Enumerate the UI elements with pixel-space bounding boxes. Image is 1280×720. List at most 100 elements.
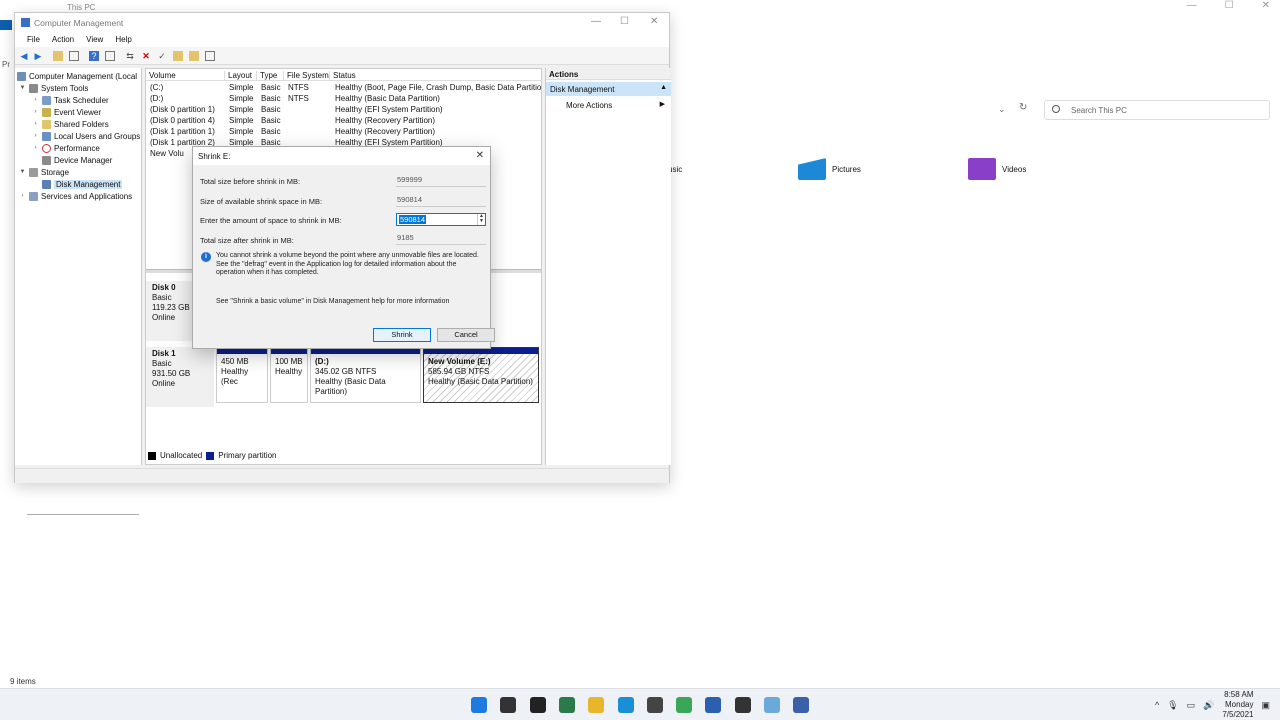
delete-icon[interactable]: ✕ — [141, 51, 151, 61]
tree-item-event-viewer[interactable]: › Event Viewer — [32, 106, 101, 118]
partition-e-selected[interactable]: New Volume (E:) 585.94 GB NTFS Healthy (Ba… — [423, 347, 539, 403]
chevron-right-icon[interactable]: › — [32, 133, 39, 139]
disk-state: Online — [152, 379, 176, 388]
close-button[interactable]: ✕ — [650, 16, 658, 27]
collapse-icon[interactable]: ▲ — [660, 84, 667, 91]
torrent-icon[interactable] — [676, 697, 693, 713]
maximize-button[interactable]: ☐ — [620, 16, 629, 27]
microphone-icon[interactable]: 🎙 — [1167, 700, 1178, 711]
search-box[interactable]: Search This PC — [1044, 100, 1270, 120]
spinner-icon[interactable]: ▲ ▼ — [477, 214, 485, 225]
partition-d[interactable]: (D:) 345.02 GB NTFS Healthy (Basic Data Pa… — [310, 347, 421, 403]
chevron-right-icon[interactable]: › — [32, 97, 39, 103]
obs-icon[interactable] — [734, 697, 751, 713]
file-explorer-icon[interactable] — [588, 697, 605, 713]
search-folder-icon[interactable] — [189, 51, 199, 61]
folder-label: Videos — [1002, 164, 1027, 174]
close-button[interactable]: ✕ — [1262, 0, 1270, 11]
folder-pictures[interactable]: Pictures — [798, 156, 861, 182]
disk-1-label[interactable]: Disk 1 Basic 931.50 GB Online — [146, 347, 214, 407]
cancel-button[interactable]: Cancel — [437, 328, 495, 342]
tree-item-shared-folders[interactable]: › Shared Folders — [32, 118, 109, 130]
horizontal-scrollbar[interactable] — [27, 514, 139, 515]
column-header[interactable]: File System — [284, 71, 330, 81]
refresh-icon[interactable]: ↻ — [1019, 102, 1027, 113]
volume-cell-fs: NTFS — [288, 83, 309, 92]
view-icon[interactable] — [205, 51, 215, 61]
minimize-button[interactable]: — — [1187, 0, 1197, 11]
search-icon[interactable] — [500, 697, 517, 713]
connect-icon[interactable]: ⇆ — [125, 51, 135, 61]
up-folder-icon[interactable] — [53, 51, 63, 61]
disk-management-icon — [42, 179, 51, 189]
show-hide-tree-icon[interactable] — [69, 51, 79, 61]
tools-icon — [29, 83, 38, 93]
volume-row[interactable]: (Disk 0 partition 1) Simple Basic Healthy (… — [146, 104, 541, 115]
edge-icon[interactable] — [617, 697, 634, 713]
shrink-amount-input[interactable]: 590814 ▲ ▼ — [396, 213, 486, 226]
chevron-right-icon[interactable]: › — [32, 109, 39, 115]
help-icon[interactable]: ? — [89, 51, 99, 61]
app-icon[interactable] — [705, 697, 722, 713]
clock-time: 8:58 AM — [1224, 690, 1254, 699]
volume-row[interactable]: (Disk 0 partition 4) Simple Basic Healthy (… — [146, 115, 541, 126]
volume-row[interactable]: (C:) Simple Basic NTFS Healthy (Boot, Page F… — [146, 82, 541, 93]
tree-item-local-users[interactable]: › Local Users and Groups — [32, 130, 140, 142]
photos-icon[interactable] — [764, 697, 780, 713]
forward-icon[interactable]: ▶ — [33, 51, 43, 61]
tree-item-storage[interactable]: ▼ Storage — [19, 166, 69, 178]
column-header[interactable]: Type — [257, 71, 284, 81]
open-folder-icon[interactable] — [173, 51, 183, 61]
back-icon[interactable]: ◀ — [19, 51, 29, 61]
menu-action[interactable]: Action — [46, 33, 80, 47]
widgets-icon[interactable] — [558, 697, 575, 713]
column-header[interactable]: Status — [330, 71, 541, 81]
actions-pane: Actions Disk Management ▲ More Actions ▶ — [545, 68, 671, 465]
properties-icon[interactable] — [105, 51, 115, 61]
check-icon[interactable]: ✓ — [157, 51, 167, 61]
menu-file[interactable]: File — [21, 33, 46, 47]
minimize-button[interactable]: — — [591, 16, 601, 27]
volume-row[interactable]: (Disk 1 partition 1) Simple Basic Healthy (… — [146, 126, 541, 137]
menu-view[interactable]: View — [80, 33, 109, 47]
close-icon[interactable]: ✕ — [476, 150, 484, 161]
network-icon[interactable]: ▭ — [1187, 700, 1196, 711]
shrink-button[interactable]: Shrink — [373, 328, 431, 342]
menu-help[interactable]: Help — [109, 33, 137, 47]
tree-item-performance[interactable]: › Performance — [32, 142, 100, 154]
help-text: See "Shrink a basic volume" in Disk Mana… — [216, 298, 450, 305]
chevron-down-icon[interactable]: ▼ — [19, 85, 26, 91]
tree-item-task-scheduler[interactable]: › Task Scheduler — [32, 94, 109, 106]
clock[interactable]: 8:58 AM Monday 7/5/2021 — [1222, 690, 1253, 720]
action-disk-management[interactable]: Disk Management ▲ — [546, 82, 671, 96]
volume-icon[interactable]: 🔊 — [1203, 700, 1214, 711]
partition-disk1-efi[interactable]: 100 MB Healthy — [270, 347, 308, 403]
action-more-actions[interactable]: More Actions ▶ — [546, 98, 671, 112]
column-header[interactable]: Volume — [146, 71, 225, 81]
tree-item-device-manager[interactable]: Device Manager — [32, 154, 112, 166]
windows-start-icon[interactable] — [471, 697, 487, 713]
folder-videos[interactable]: Videos — [968, 156, 1026, 182]
task-view-icon[interactable] — [529, 697, 546, 713]
column-header[interactable]: Layout — [225, 71, 257, 81]
tree-item-root[interactable]: Computer Management (Local — [17, 70, 137, 82]
tree-item-disk-management[interactable]: Disk Management — [32, 178, 123, 190]
chevron-down-icon[interactable]: ⌄ — [998, 104, 1006, 115]
chevron-right-icon[interactable]: › — [19, 193, 26, 199]
partition-disk1-recovery[interactable]: 450 MB Healthy (Rec — [216, 347, 268, 403]
tree-item-services[interactable]: › Services and Applications — [19, 190, 132, 202]
volume-cell-name: (Disk 0 partition 4) — [150, 116, 215, 125]
chevron-down-icon[interactable]: ▼ — [19, 169, 26, 175]
volume-row[interactable]: (D:) Simple Basic NTFS Healthy (Basic Data P… — [146, 93, 541, 104]
chevron-right-icon[interactable]: › — [32, 121, 39, 127]
maximize-button[interactable]: ☐ — [1225, 0, 1234, 11]
chevron-up-icon[interactable]: ^ — [1155, 700, 1159, 710]
notification-icon[interactable]: ▣ — [1261, 700, 1270, 711]
chevron-right-icon[interactable]: › — [32, 145, 39, 151]
tree-label: System Tools — [41, 83, 89, 93]
computer-management-icon[interactable] — [793, 697, 810, 713]
store-icon[interactable] — [646, 697, 663, 713]
disk-name: Disk 1 — [152, 349, 176, 358]
tree-item-system-tools[interactable]: ▼ System Tools — [19, 82, 88, 94]
unallocated-swatch — [148, 451, 156, 460]
